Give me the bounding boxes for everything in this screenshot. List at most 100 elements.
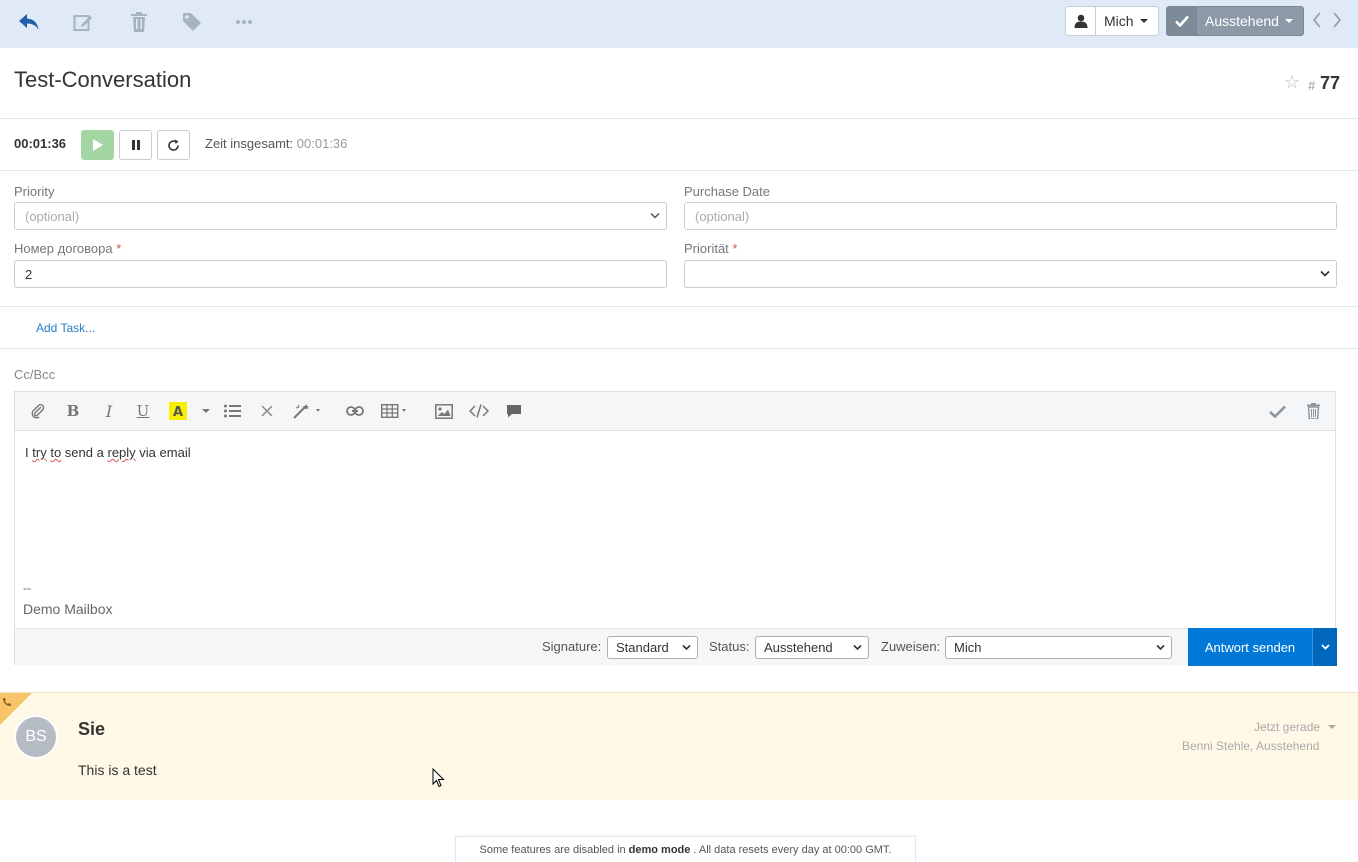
clear-format-icon[interactable] — [260, 401, 274, 421]
reply-editor: B I U A I try to send a reply via email … — [14, 391, 1337, 666]
contract-number-input[interactable]: 2 — [14, 260, 667, 288]
demo-notice-prefix: Some features are disabled in — [479, 843, 626, 856]
thread-meta: Benni Stehle, Ausstehend — [1182, 739, 1320, 753]
tag-icon[interactable] — [178, 10, 206, 34]
timer-reset-button[interactable] — [157, 130, 190, 160]
reply-icon[interactable] — [15, 10, 43, 34]
image-icon[interactable] — [434, 401, 454, 421]
top-toolbar: Mich Ausstehend — [0, 0, 1358, 48]
purchase-date-input[interactable]: (optional) — [684, 202, 1337, 230]
reply-word: a — [96, 445, 104, 460]
play-icon — [92, 139, 103, 151]
chevron-down-icon — [650, 212, 660, 219]
discard-draft-trash-icon[interactable] — [1305, 401, 1321, 421]
purchase-date-label: Purchase Date — [684, 184, 770, 199]
add-task-link[interactable]: Add Task... — [36, 321, 95, 335]
send-reply-button[interactable]: Antwort senden — [1188, 628, 1312, 666]
editor-toolbar: B I U A — [15, 392, 1335, 431]
phone-icon — [3, 698, 11, 706]
more-icon[interactable] — [230, 10, 258, 34]
status-value: Ausstehend — [764, 640, 833, 655]
code-view-icon[interactable] — [468, 401, 490, 421]
caret-down-icon — [1328, 725, 1337, 729]
editor-footer: Signature: Standard Status: Ausstehend Z… — [15, 628, 1337, 666]
status-field-label: Status: — [709, 639, 750, 654]
attachment-icon[interactable] — [29, 401, 47, 421]
timer-play-button[interactable] — [81, 130, 114, 160]
signature-separator: -- — [23, 581, 31, 595]
thread-time[interactable]: Jetzt gerade — [1254, 720, 1337, 734]
status-label: Ausstehend — [1205, 13, 1279, 29]
priority-label: Priority — [14, 184, 55, 199]
required-mark: * — [732, 241, 738, 256]
pause-icon — [131, 140, 140, 150]
magic-wand-icon[interactable] — [292, 401, 324, 421]
mouse-cursor-icon — [432, 768, 445, 788]
color-dropdown-icon[interactable] — [201, 401, 211, 421]
underline-icon[interactable]: U — [135, 401, 151, 421]
signature-select[interactable]: Standard — [607, 636, 698, 659]
chevron-down-icon — [682, 644, 691, 651]
reply-word: send — [64, 445, 93, 460]
comment-icon[interactable] — [505, 401, 523, 421]
timer-pause-button[interactable] — [119, 130, 152, 160]
avatar: BS — [14, 715, 58, 759]
signature-name: Demo Mailbox — [23, 601, 113, 617]
trash-icon[interactable] — [125, 10, 153, 34]
caret-down-icon — [1284, 19, 1293, 23]
bullet-list-icon[interactable] — [223, 401, 241, 421]
conversation-nav — [1310, 10, 1344, 30]
chevron-down-icon — [1320, 644, 1330, 650]
reply-word-misspelled: try — [32, 445, 47, 460]
assignee-label: Mich — [1104, 13, 1134, 29]
assignee-dropdown[interactable]: Mich — [1065, 6, 1159, 36]
assign-label: Zuweisen: — [881, 639, 941, 654]
timer-value: 00:01:36 — [14, 136, 67, 151]
conversation-header: Test-Conversation ☆ # 77 — [0, 48, 1358, 119]
conversation-number-hash: # — [1308, 78, 1316, 93]
status-select[interactable]: Ausstehend — [755, 636, 869, 659]
cc-bcc-toggle[interactable]: Cc/Bcc — [14, 367, 55, 382]
contract-number-value: 2 — [25, 266, 33, 282]
thread-author: Sie — [78, 719, 106, 739]
chevron-down-icon — [1320, 270, 1330, 277]
signature-value: Standard — [616, 640, 669, 655]
chevron-right-icon[interactable] — [1330, 10, 1344, 30]
reply-word: I — [25, 445, 29, 460]
required-mark: * — [116, 241, 122, 256]
prioritaet-select[interactable] — [684, 260, 1337, 288]
refresh-icon — [168, 139, 179, 151]
conversation-number: 77 — [1320, 73, 1341, 93]
save-draft-check-icon[interactable] — [1268, 401, 1286, 421]
edit-icon[interactable] — [69, 10, 97, 34]
chevron-left-icon[interactable] — [1310, 10, 1324, 30]
signature-label: Signature: — [542, 639, 602, 654]
editor-body[interactable]: I try to send a reply via email -- Demo … — [15, 431, 1335, 628]
custom-fields: Priority (optional) Purchase Date (optio… — [0, 171, 1358, 307]
reply-word: email — [159, 445, 191, 460]
conversation-title: Test-Conversation — [14, 67, 192, 92]
send-options-button[interactable] — [1312, 628, 1337, 666]
reply-word: via — [139, 445, 156, 460]
caret-down-icon — [1139, 19, 1148, 23]
star-icon[interactable]: ☆ — [1284, 72, 1300, 93]
priority-placeholder: (optional) — [25, 208, 80, 224]
timer-total-label: Zeit insgesamt: — [205, 136, 294, 151]
link-icon[interactable] — [345, 401, 365, 421]
priority-select[interactable]: (optional) — [14, 202, 667, 230]
status-dropdown[interactable]: Ausstehend — [1166, 6, 1304, 36]
reply-word-misspelled: to — [50, 445, 62, 460]
chevron-down-icon — [853, 644, 862, 651]
table-icon[interactable] — [381, 401, 411, 421]
prioritaet-label: Priorität * — [684, 241, 737, 256]
timer-total: Zeit insgesamt: 00:01:36 — [205, 136, 347, 151]
contract-number-label: Номер договора * — [14, 241, 121, 256]
demo-notice-suffix: . All data resets every day at 00:00 GMT… — [693, 843, 892, 856]
highlight-color-icon[interactable]: A — [169, 401, 187, 421]
bold-icon[interactable]: B — [65, 401, 81, 421]
thread-body: This is a test — [78, 762, 157, 778]
check-icon — [1167, 7, 1197, 35]
svg-text:A: A — [173, 405, 183, 420]
italic-icon[interactable]: I — [101, 401, 117, 421]
assign-select[interactable]: Mich — [945, 636, 1172, 659]
